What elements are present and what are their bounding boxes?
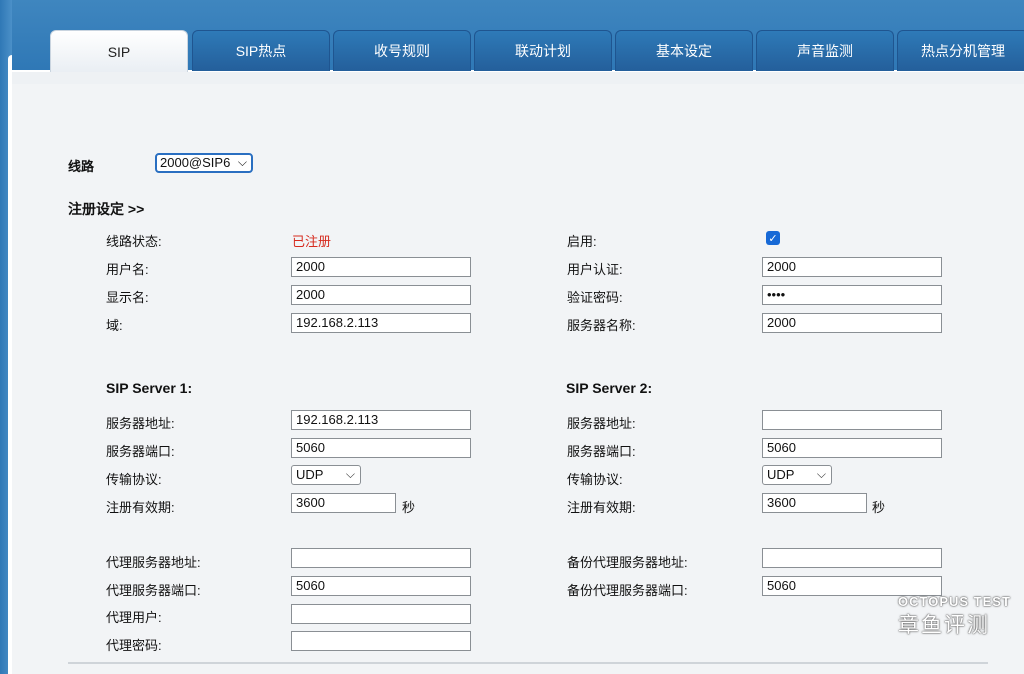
tab-sip[interactable]: SIP — [50, 30, 188, 73]
line-status-value: 已注册 — [292, 234, 332, 249]
backup-proxy-port-input[interactable]: 5060 — [762, 576, 942, 596]
sip-server-2-title: SIP Server 2: — [566, 380, 653, 396]
server2-port-label: 服务器端口: — [567, 444, 636, 459]
server1-port-input[interactable]: 5060 — [291, 438, 471, 458]
chevron-down-icon: ⌵ — [237, 155, 247, 169]
server2-transport-label: 传输协议: — [567, 472, 623, 487]
chevron-down-icon: ⌵ — [345, 467, 355, 481]
proxy-address-input[interactable] — [291, 548, 471, 568]
tab-sound-monitor[interactable]: 声音监测 — [756, 30, 894, 71]
server1-address-label: 服务器地址: — [106, 416, 175, 431]
enable-label: 启用: — [567, 234, 597, 249]
line-label: 线路 — [68, 159, 95, 174]
server2-expire-label: 注册有效期: — [567, 500, 636, 515]
proxy-user-input[interactable] — [291, 604, 471, 624]
check-icon: ✓ — [768, 232, 778, 245]
proxy-user-label: 代理用户: — [106, 610, 162, 625]
server2-transport-value: UDP — [767, 467, 795, 482]
server2-address-input[interactable] — [762, 410, 942, 430]
server1-port-label: 服务器端口: — [106, 444, 175, 459]
line-status-label: 线路状态: — [106, 234, 162, 249]
auth-password-label: 验证密码: — [567, 290, 623, 305]
server-name-input[interactable]: 2000 — [762, 313, 942, 333]
backup-proxy-port-label: 备份代理服务器端口: — [567, 583, 688, 598]
watermark-cn: 章鱼评测 — [898, 614, 990, 637]
server1-transport-select[interactable]: UDP ⌵ — [291, 465, 361, 485]
proxy-password-input[interactable] — [291, 631, 471, 651]
server1-address-input[interactable]: 192.168.2.113 — [291, 410, 471, 430]
watermark-en: OCTOPUS TEST — [898, 594, 1011, 609]
server1-transport-value: UDP — [296, 467, 324, 482]
sip-server-1-title: SIP Server 1: — [106, 380, 193, 396]
username-label: 用户名: — [106, 262, 149, 277]
proxy-address-label: 代理服务器地址: — [106, 555, 201, 570]
backup-proxy-address-input[interactable] — [762, 548, 942, 568]
auth-user-input[interactable]: 2000 — [762, 257, 942, 277]
proxy-port-label: 代理服务器端口: — [106, 583, 201, 598]
line-select-value: 2000@SIP6 — [160, 155, 231, 170]
proxy-port-input[interactable]: 5060 — [291, 576, 471, 596]
display-name-label: 显示名: — [106, 290, 149, 305]
watermark: OCTOPUS TEST 章鱼评测 — [898, 594, 1011, 639]
server1-expire-label: 注册有效期: — [106, 500, 175, 515]
tab-linkage-plan[interactable]: 联动计划 — [474, 30, 612, 71]
tab-sip-hotspot[interactable]: SIP热点 — [192, 30, 330, 71]
auth-user-label: 用户认证: — [567, 262, 623, 277]
tab-bar: SIP SIP热点 收号规则 联动计划 基本设定 声音监测 热点分机管理 — [50, 30, 1024, 73]
display-name-input[interactable]: 2000 — [291, 285, 471, 305]
backup-proxy-address-label: 备份代理服务器地址: — [567, 555, 688, 570]
tab-basic-settings[interactable]: 基本设定 — [615, 30, 753, 71]
server2-expire-unit: 秒 — [872, 500, 886, 515]
chevron-down-icon: ⌵ — [816, 467, 826, 481]
server2-transport-select[interactable]: UDP ⌵ — [762, 465, 832, 485]
bottom-divider — [68, 662, 988, 664]
proxy-password-label: 代理密码: — [106, 638, 162, 653]
server-name-label: 服务器名称: — [567, 318, 636, 333]
register-settings-header[interactable]: 注册设定 >> — [68, 199, 144, 219]
server2-expire-input[interactable]: 3600 — [762, 493, 867, 513]
enable-checkbox[interactable]: ✓ — [766, 231, 780, 245]
auth-password-input[interactable]: •••• — [762, 285, 942, 305]
server1-expire-unit: 秒 — [402, 500, 416, 515]
server2-port-input[interactable]: 5060 — [762, 438, 942, 458]
username-input[interactable]: 2000 — [291, 257, 471, 277]
tab-dial-rules[interactable]: 收号规则 — [333, 30, 471, 71]
line-select[interactable]: 2000@SIP6 ⌵ — [155, 153, 253, 173]
domain-input[interactable]: 192.168.2.113 — [291, 313, 471, 333]
server1-transport-label: 传输协议: — [106, 472, 162, 487]
tab-hotspot-extension[interactable]: 热点分机管理 — [897, 30, 1024, 71]
domain-label: 域: — [106, 318, 123, 333]
server1-expire-input[interactable]: 3600 — [291, 493, 396, 513]
left-frame — [0, 0, 12, 674]
server2-address-label: 服务器地址: — [567, 416, 636, 431]
